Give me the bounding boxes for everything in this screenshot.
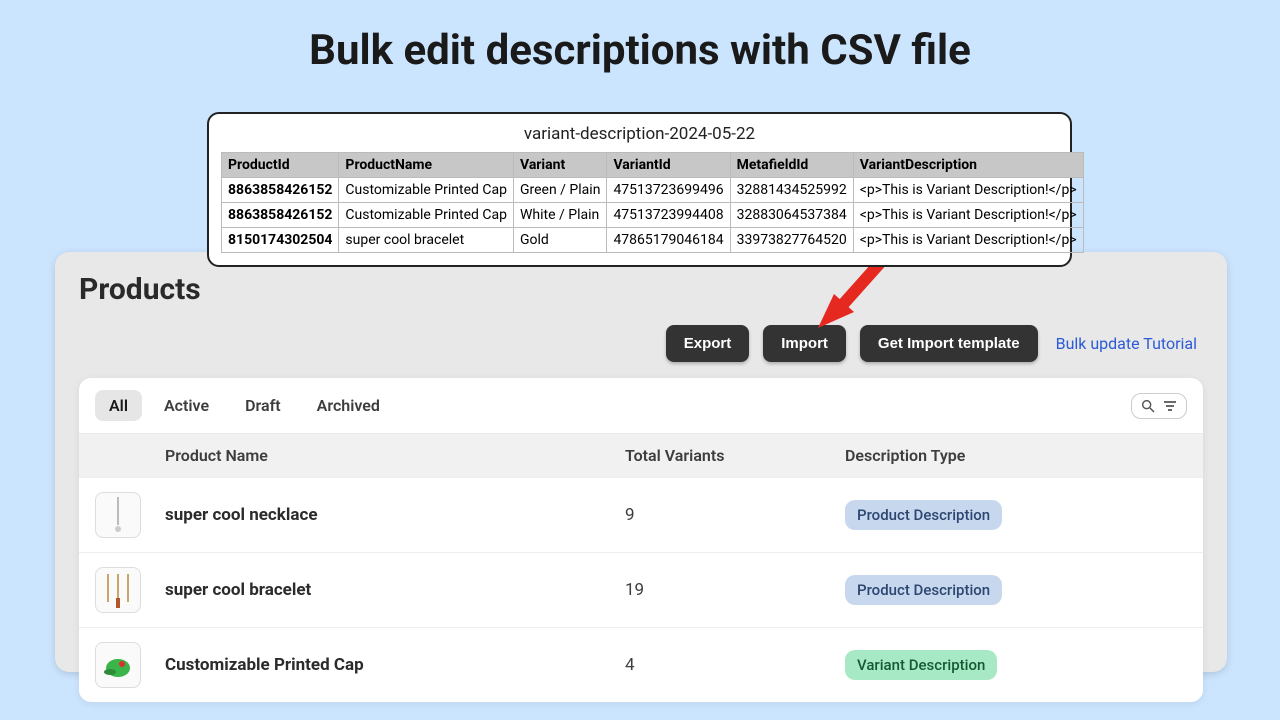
csv-cell: 8150174302504 <box>222 228 339 253</box>
csv-filename: variant-description-2024-05-22 <box>221 124 1058 144</box>
csv-preview-card: variant-description-2024-05-22 ProductId… <box>207 112 1072 267</box>
csv-header-row: ProductId ProductName Variant VariantId … <box>222 153 1084 178</box>
csv-cell: <p>This is Variant Description!</p> <box>853 228 1083 253</box>
tab-draft[interactable]: Draft <box>231 390 295 421</box>
page-title: Bulk edit descriptions with CSV file <box>0 0 1280 75</box>
csv-cell: Green / Plain <box>513 178 606 203</box>
tab-all[interactable]: All <box>95 390 142 421</box>
csv-cell: White / Plain <box>513 203 606 228</box>
bulk-update-tutorial-link[interactable]: Bulk update Tutorial <box>1056 334 1197 353</box>
csv-header: VariantId <box>607 153 730 178</box>
filter-icon <box>1162 398 1178 414</box>
product-thumb-bracelet <box>95 567 141 613</box>
csv-cell: <p>This is Variant Description!</p> <box>853 178 1083 203</box>
csv-cell: 32883064537384 <box>730 203 853 228</box>
csv-row: 8863858426152 Customizable Printed Cap G… <box>222 178 1084 203</box>
tab-row: All Active Draft Archived <box>79 378 1203 434</box>
csv-cell: 8863858426152 <box>222 203 339 228</box>
csv-cell: 33973827764520 <box>730 228 853 253</box>
search-icon <box>1140 398 1156 414</box>
description-type-badge: Variant Description <box>845 650 997 680</box>
products-panel: Products Export Import Get Import templa… <box>55 252 1227 672</box>
csv-cell: super cool bracelet <box>339 228 514 253</box>
csv-cell: 8863858426152 <box>222 178 339 203</box>
csv-row: 8150174302504 super cool bracelet Gold 4… <box>222 228 1084 253</box>
csv-cell: 32881434525992 <box>730 178 853 203</box>
table-row[interactable]: Customizable Printed Cap 4 Variant Descr… <box>79 627 1203 702</box>
csv-table: ProductId ProductName Variant VariantId … <box>221 152 1084 253</box>
csv-header: MetafieldId <box>730 153 853 178</box>
csv-cell: 47513723994408 <box>607 203 730 228</box>
table-row[interactable]: super cool bracelet 19 Product Descripti… <box>79 552 1203 627</box>
csv-cell: <p>This is Variant Description!</p> <box>853 203 1083 228</box>
tab-archived[interactable]: Archived <box>303 390 394 421</box>
col-total-variants: Total Variants <box>625 446 845 465</box>
csv-cell: 47513723699496 <box>607 178 730 203</box>
table-row[interactable]: super cool necklace 9 Product Descriptio… <box>79 477 1203 552</box>
csv-cell: Gold <box>513 228 606 253</box>
export-button[interactable]: Export <box>666 325 750 362</box>
action-row: Export Import Get Import template Bulk u… <box>55 307 1227 378</box>
col-description-type: Description Type <box>845 446 1187 465</box>
product-name: super cool bracelet <box>165 580 625 600</box>
col-product-name: Product Name <box>165 446 625 465</box>
csv-header: ProductName <box>339 153 514 178</box>
csv-header: ProductId <box>222 153 339 178</box>
variant-count: 4 <box>625 655 845 675</box>
product-name: super cool necklace <box>165 505 625 525</box>
csv-cell: Customizable Printed Cap <box>339 203 514 228</box>
csv-header: Variant <box>513 153 606 178</box>
csv-row: 8863858426152 Customizable Printed Cap W… <box>222 203 1084 228</box>
variant-count: 9 <box>625 505 845 525</box>
csv-header: VariantDescription <box>853 153 1083 178</box>
csv-cell: Customizable Printed Cap <box>339 178 514 203</box>
description-type-badge: Product Description <box>845 575 1002 605</box>
product-name: Customizable Printed Cap <box>165 655 625 675</box>
tab-active[interactable]: Active <box>150 390 223 421</box>
search-filter-button[interactable] <box>1131 393 1187 419</box>
product-thumb-cap <box>95 642 141 688</box>
csv-cell: 47865179046184 <box>607 228 730 253</box>
variant-count: 19 <box>625 580 845 600</box>
products-card: All Active Draft Archived Product Name T… <box>79 378 1203 702</box>
products-header-row: Product Name Total Variants Description … <box>79 434 1203 477</box>
product-thumb-necklace <box>95 492 141 538</box>
description-type-badge: Product Description <box>845 500 1002 530</box>
